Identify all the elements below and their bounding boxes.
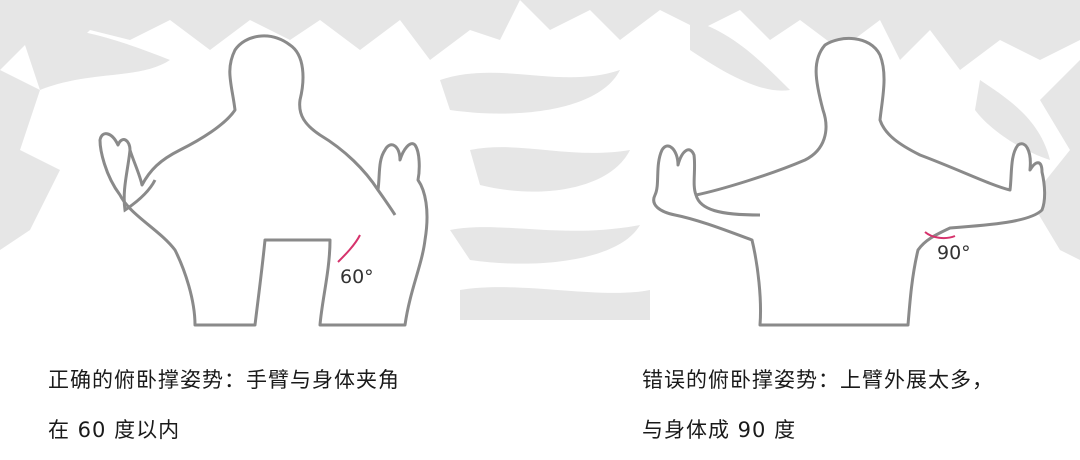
figure-incorrect-posture: 90°	[652, 36, 1047, 327]
figure-incorrect-outline	[652, 36, 1047, 327]
figure-correct-posture: 60°	[98, 34, 429, 327]
angle-label-90: 90°	[937, 242, 971, 264]
caption-incorrect-line-2: 与身体成 90 度	[642, 418, 797, 442]
angle-label-60: 60°	[340, 266, 374, 288]
figure-correct-outline	[98, 34, 429, 327]
caption-correct-line-1: 正确的俯卧撑姿势：手臂与身体夹角	[48, 368, 400, 392]
illustration-canvas: 60° 90°	[0, 0, 1080, 327]
caption-correct-line-2: 在 60 度以内	[48, 418, 181, 442]
caption-correct: 正确的俯卧撑姿势：手臂与身体夹角 在 60 度以内	[48, 355, 518, 455]
caption-incorrect-line-1: 错误的俯卧撑姿势：上臂外展太多，	[642, 368, 994, 392]
pushup-posture-diagram: 60° 90° 正确的俯卧撑姿势：手臂与身体夹角 在 60 度以内 错误的俯卧撑…	[0, 0, 1080, 460]
caption-incorrect: 错误的俯卧撑姿势：上臂外展太多， 与身体成 90 度	[642, 355, 1072, 455]
